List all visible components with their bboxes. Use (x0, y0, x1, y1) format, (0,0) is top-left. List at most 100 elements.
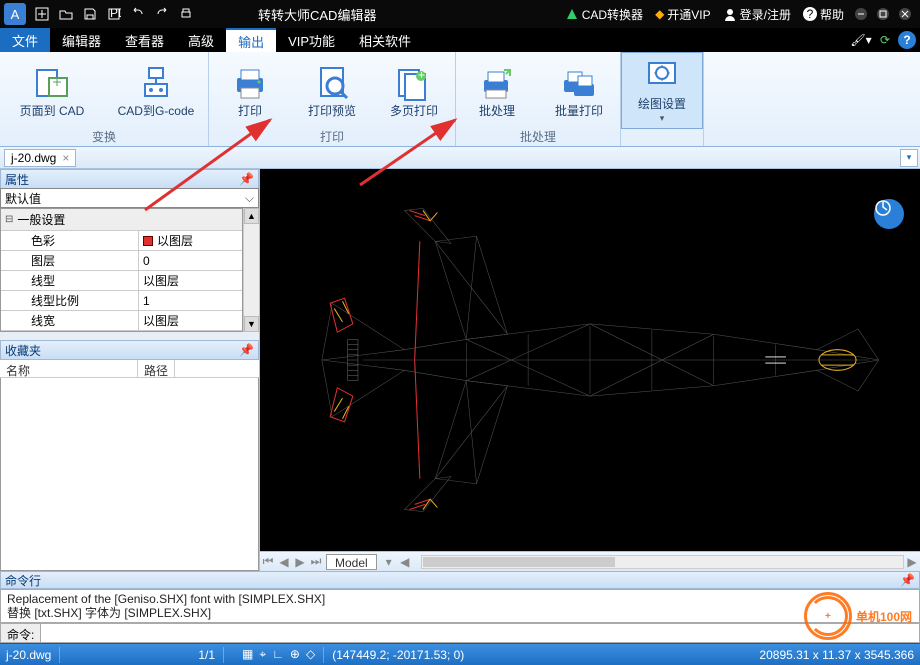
favorites-list[interactable] (0, 378, 259, 571)
ortho-icon[interactable]: ∟ (272, 647, 284, 662)
compass-icon[interactable] (874, 199, 904, 229)
svg-text:+: + (418, 68, 425, 82)
favorites-columns: 名称 路径 (0, 360, 259, 378)
scroll-down-icon[interactable]: ▼ (244, 316, 259, 332)
properties-grid: 一般设置 色彩以图层 图层0 线型以图层 线型比例1 线宽以图层 (0, 208, 243, 332)
properties-header: 属性 📌 (0, 169, 259, 189)
draw-settings-icon (642, 56, 682, 96)
tabs-dropdown-icon[interactable]: ▾ (900, 149, 918, 167)
status-filename: j-20.dwg (6, 648, 51, 662)
scrollbar[interactable]: ▲ ▼ (243, 208, 259, 332)
hscroll-left-icon[interactable]: ◀ (397, 555, 413, 569)
chevron-down-icon: ⌵ (245, 191, 254, 206)
window-title: 转转大师CAD编辑器 (258, 5, 376, 24)
close-tab-icon[interactable]: × (62, 151, 69, 165)
pdf-icon[interactable]: PDF (103, 3, 125, 25)
pin-icon[interactable]: 📌 (239, 172, 254, 186)
tab-dropdown-icon[interactable]: ▾ (381, 555, 397, 569)
menu-editor[interactable]: 编辑器 (50, 28, 113, 52)
cad-to-gcode-icon (136, 63, 176, 103)
minimize-button[interactable] (850, 3, 872, 25)
statusbar: j-20.dwg 1/1 ▦ ⌖ ∟ ⊕ ◇ (147449.2; -20171… (0, 643, 920, 665)
maximize-button[interactable] (872, 3, 894, 25)
print-preview-icon (312, 63, 352, 103)
batch-button[interactable]: 批处理 (456, 52, 538, 128)
doc-tabs: j-20.dwg × ▾ (0, 147, 920, 169)
tab-prev-icon[interactable]: ◀ (276, 555, 292, 569)
command-header: 命令行 📌 (0, 571, 920, 589)
menu-vip[interactable]: VIP功能 (276, 28, 347, 52)
chevron-down-icon: ▾ (660, 113, 665, 123)
prop-row: 图层0 (1, 251, 242, 271)
draw-settings-button[interactable]: 绘图设置▾ (621, 52, 703, 129)
undo-icon[interactable] (127, 3, 149, 25)
pin-icon[interactable]: 📌 (900, 573, 915, 587)
menubar: 文件 编辑器 查看器 高级 输出 VIP功能 相关软件 🖌▾ ⟳ ? (0, 28, 920, 52)
color-swatch (143, 236, 153, 246)
tab-first-icon[interactable]: ⏮ (260, 554, 276, 569)
login-link[interactable]: 登录/注册 (723, 6, 791, 23)
batch-icon (477, 63, 517, 103)
status-pages: 1/1 (198, 648, 215, 662)
doc-tab[interactable]: j-20.dwg × (4, 149, 76, 167)
page-to-cad-icon (32, 63, 72, 103)
model-tab[interactable]: Model (326, 554, 377, 570)
help-link[interactable]: ?帮助 (803, 6, 844, 23)
menu-output[interactable]: 输出 (226, 28, 276, 52)
tab-next-icon[interactable]: ▶ (292, 555, 308, 569)
titlebar: A PDF 转转大师CAD编辑器 CAD转换器 ◆开通VIP 登录/注册 ?帮助 (0, 0, 920, 28)
pin-icon[interactable]: 📌 (239, 343, 254, 357)
hscroll-right-icon[interactable]: ▶ (904, 555, 920, 569)
help-icon[interactable]: ? (898, 31, 916, 49)
tab-last-icon[interactable]: ⏭ (308, 554, 324, 569)
h-scrollbar[interactable] (421, 555, 904, 569)
print-preview-button[interactable]: 打印预览 (291, 52, 373, 128)
page-to-cad-button[interactable]: 页面到 CAD (0, 52, 104, 128)
left-panel: 属性 📌 默认值 ⌵ 一般设置 色彩以图层 图层0 线型以图层 线型比例1 线宽… (0, 169, 260, 571)
printer-icon (230, 63, 270, 103)
command-input[interactable] (41, 624, 919, 642)
ribbon: 页面到 CAD CAD到G-code 变换 打印 打印预览 + 多页打印 打印 (0, 52, 920, 147)
print-button[interactable]: 打印 (209, 52, 291, 128)
refresh-icon[interactable]: ⟳ (874, 29, 896, 51)
prop-row: 线型以图层 (1, 271, 242, 291)
print-icon[interactable] (175, 3, 197, 25)
cad-to-gcode-button[interactable]: CAD到G-code (104, 52, 208, 128)
grid-icon[interactable]: ▦ (242, 647, 253, 662)
osnap-icon[interactable]: ◇ (306, 647, 315, 662)
prop-row: 线宽以图层 (1, 311, 242, 331)
polar-icon[interactable]: ⊕ (290, 647, 300, 662)
prop-row: 线型比例1 (1, 291, 242, 311)
command-input-row: 命令: (0, 623, 920, 643)
menu-viewer[interactable]: 查看器 (113, 28, 176, 52)
prop-row: 色彩以图层 (1, 231, 242, 251)
command-prompt: 命令: (1, 624, 41, 642)
cad-converter-link[interactable]: CAD转换器 (565, 6, 643, 23)
default-dropdown[interactable]: 默认值 ⌵ (0, 188, 259, 208)
svg-text:PDF: PDF (110, 7, 121, 20)
command-log: Replacement of the [Geniso.SHX] font wit… (0, 589, 920, 623)
snap-icon[interactable]: ⌖ (259, 647, 266, 662)
batch-print-icon (559, 63, 599, 103)
theme-icon[interactable]: 🖌▾ (850, 29, 872, 51)
scroll-up-icon[interactable]: ▲ (244, 208, 259, 224)
multi-print-button[interactable]: + 多页打印 (373, 52, 455, 128)
status-dims: 20895.31 x 11.37 x 3545.366 (759, 648, 914, 662)
canvas-tabs: ⏮ ◀ ▶ ⏭ Model ▾ ◀ ▶ (260, 551, 920, 571)
drawing-canvas[interactable] (260, 169, 920, 551)
close-button[interactable] (894, 3, 916, 25)
new-icon[interactable] (31, 3, 53, 25)
multi-print-icon: + (394, 63, 434, 103)
open-icon[interactable] (55, 3, 77, 25)
status-coords: (147449.2; -20171.53; 0) (332, 648, 464, 662)
menu-file[interactable]: 文件 (0, 28, 50, 52)
menu-related[interactable]: 相关软件 (347, 28, 423, 52)
prop-category[interactable]: 一般设置 (1, 209, 242, 231)
app-logo: A (4, 3, 26, 25)
batch-print-button[interactable]: 批量打印 (538, 52, 620, 128)
vip-link[interactable]: ◆开通VIP (655, 6, 711, 23)
redo-icon[interactable] (151, 3, 173, 25)
favorites-header: 收藏夹 📌 (0, 340, 259, 360)
menu-advanced[interactable]: 高级 (176, 28, 226, 52)
save-icon[interactable] (79, 3, 101, 25)
